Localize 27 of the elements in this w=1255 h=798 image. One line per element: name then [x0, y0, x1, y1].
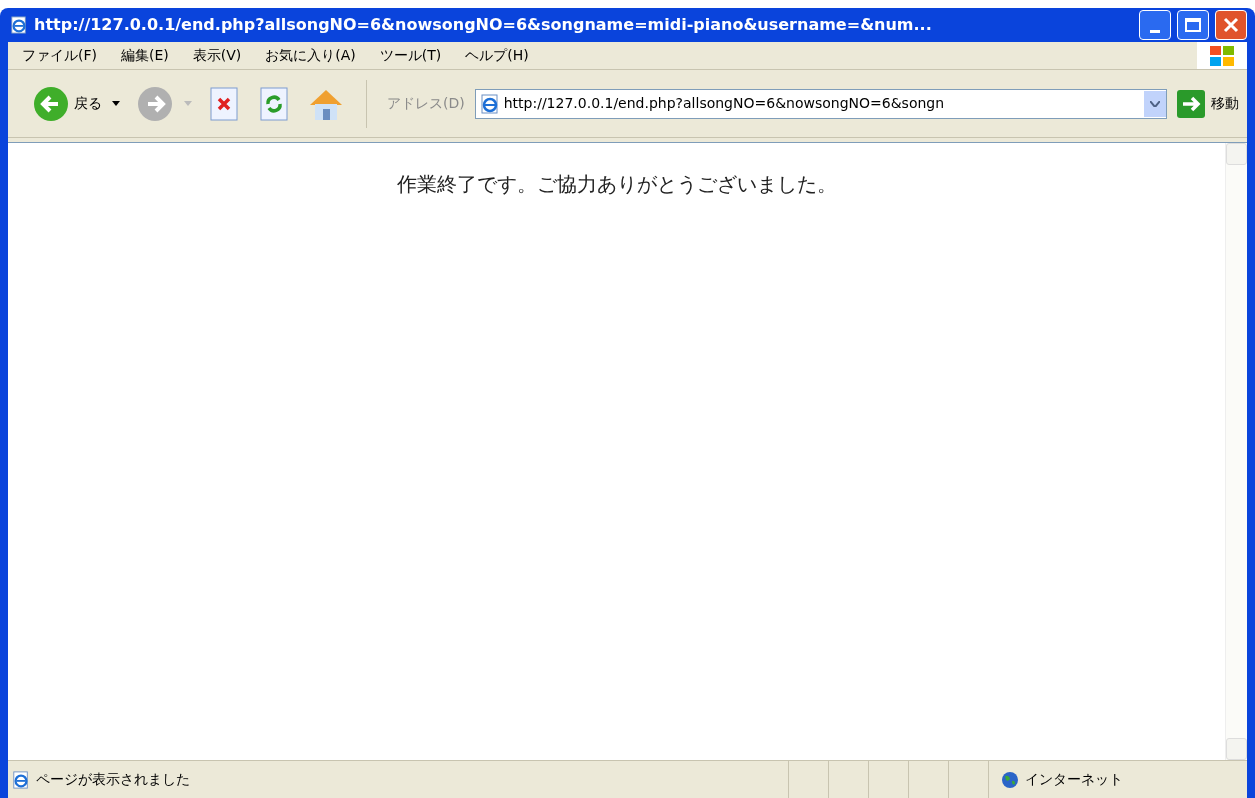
minimize-button[interactable]: [1139, 10, 1171, 40]
address-label: アドレス(D): [387, 94, 465, 113]
menu-item[interactable]: 表示(V): [192, 45, 242, 66]
close-icon: [1223, 17, 1239, 33]
globe-icon: [1001, 770, 1019, 789]
page-icon: [10, 16, 28, 34]
maximize-button[interactable]: [1177, 10, 1209, 40]
dropdown-arrow-icon[interactable]: [112, 101, 120, 106]
window-title: http://127.0.0.1/end.php?allsongNO=6&nowsongNO=6&songname=midi-piano&username=&num...: [34, 14, 933, 36]
vertical-scrollbar[interactable]: [1225, 143, 1247, 760]
flag-logo-icon: [1208, 43, 1236, 68]
address-field[interactable]: http://127.0.0.1/end.php?allsongNO=6&nowsongNO=6&songn: [474, 88, 1167, 119]
status-text: ページが表示されました: [36, 770, 190, 789]
menu-item[interactable]: お気に入り(A): [265, 45, 356, 66]
refresh-icon[interactable]: [258, 85, 290, 122]
completion-message: 作業終了です。ご協力ありがとうございました。: [396, 171, 837, 198]
go-button[interactable]: 移動: [1177, 89, 1239, 118]
zone-text: インターネット: [1025, 770, 1123, 789]
menu-item[interactable]: ツール(T): [379, 45, 442, 66]
menu-item[interactable]: ファイル(F): [22, 45, 97, 66]
back-button[interactable]: 戻る: [32, 84, 102, 123]
menu-item[interactable]: 編集(E): [121, 45, 169, 66]
menu-item[interactable]: ヘルプ(H): [465, 45, 529, 66]
close-button[interactable]: [1215, 10, 1247, 40]
stop-icon[interactable]: [208, 85, 240, 122]
page-icon: [12, 770, 30, 789]
page-icon: [479, 93, 500, 114]
